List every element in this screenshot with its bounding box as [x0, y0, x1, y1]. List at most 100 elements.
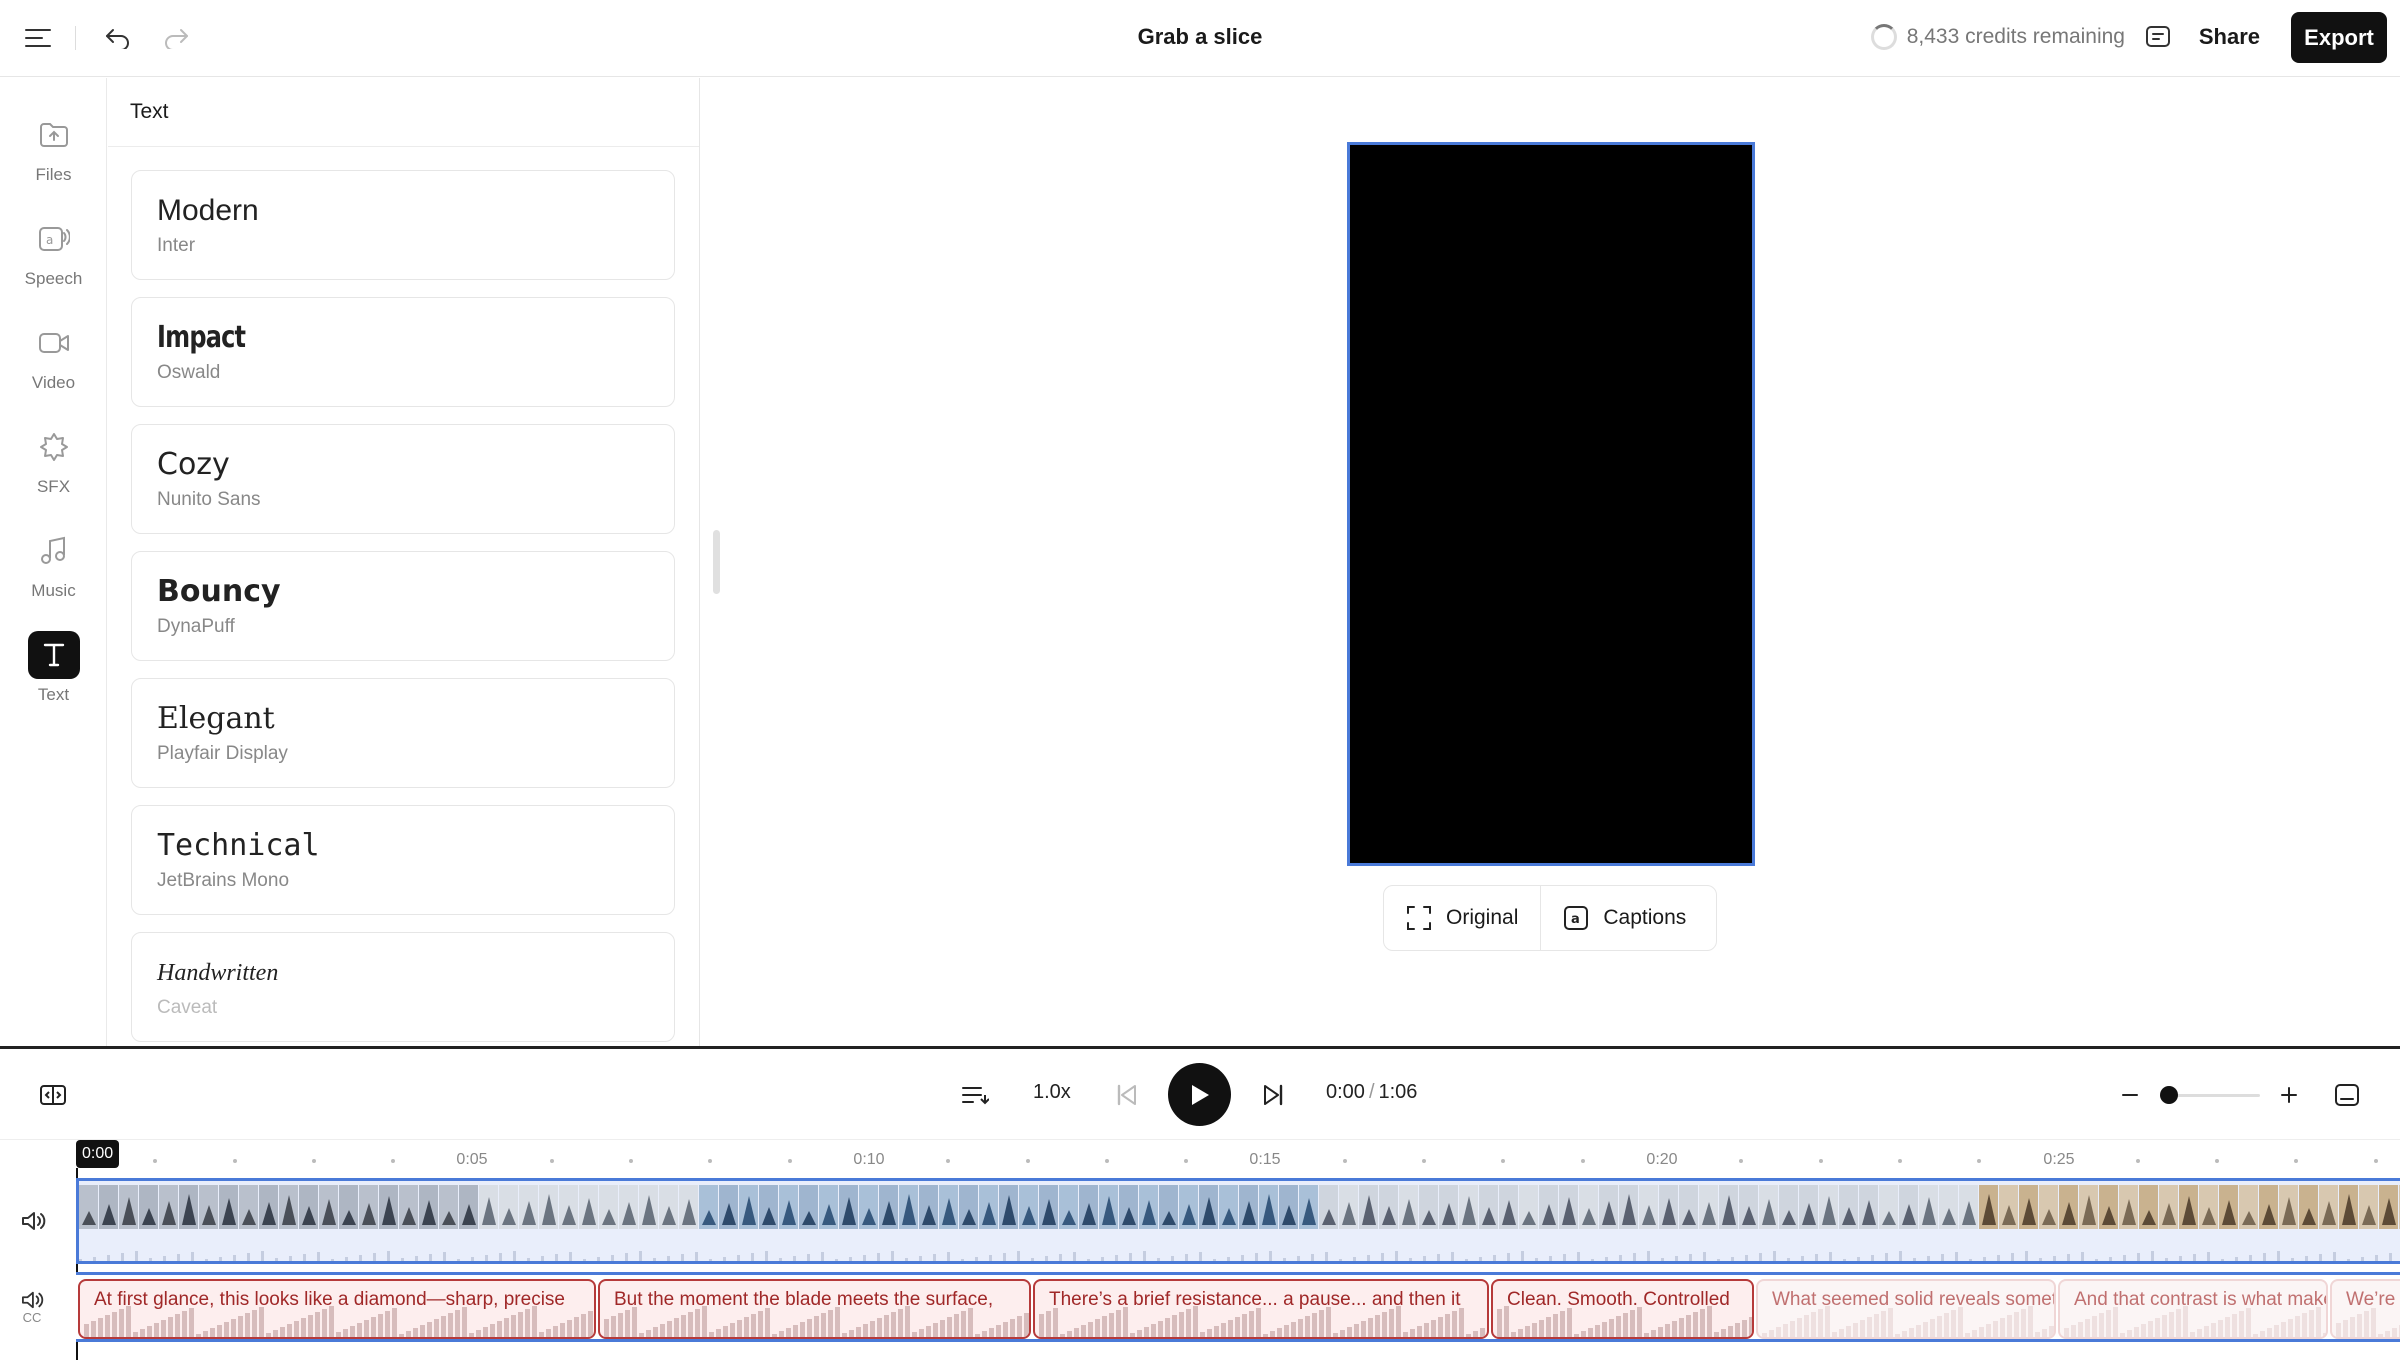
waveform-bar	[1354, 1324, 1359, 1337]
video-track[interactable]	[76, 1178, 2400, 1264]
caption-panel-icon[interactable]	[2327, 1075, 2367, 1115]
font-card-handwritten[interactable]: Handwritten Caveat	[131, 932, 675, 1042]
rail-item-speech[interactable]: a Speech	[0, 207, 107, 307]
rail-label-speech: Speech	[24, 269, 83, 288]
waveform-bar	[1451, 1252, 1454, 1261]
waveform-bar	[709, 1259, 712, 1261]
caption-clip[interactable]: And that contrast is what makes	[2058, 1279, 2328, 1339]
waveform-bar	[149, 1258, 152, 1261]
waveform-bar	[112, 1312, 117, 1337]
waveform-bar	[1171, 1256, 1174, 1261]
rail-item-video[interactable]: Video	[0, 311, 107, 411]
font-card-bouncy[interactable]: Bouncy DynaPuff	[131, 551, 675, 661]
waveform-bar	[1742, 1320, 1747, 1337]
time-separator: /	[1368, 1081, 1375, 1103]
waveform-bar	[1693, 1312, 1698, 1337]
waveform-bar	[681, 1254, 684, 1261]
zoom-in-icon[interactable]	[2269, 1075, 2309, 1115]
waveform-bar	[653, 1327, 658, 1337]
waveform-bar	[674, 1318, 679, 1337]
skip-back-icon[interactable]	[1107, 1075, 1147, 1115]
font-card-impact[interactable]: Impact Oswald	[131, 297, 675, 407]
video-preview[interactable]	[1347, 142, 1755, 866]
ruler-tick	[1818, 1159, 1823, 1163]
caption-track-audio-icon[interactable]: CC	[20, 1290, 44, 1325]
audio-track-icon[interactable]	[20, 1210, 46, 1232]
font-card-technical[interactable]: Technical JetBrains Mono	[131, 805, 675, 915]
waveform-bar	[1179, 1312, 1184, 1337]
split-view-icon[interactable]	[33, 1075, 73, 1115]
caption-clip[interactable]: There’s a brief resistance... a pause...…	[1033, 1279, 1489, 1339]
playback-speed[interactable]: 1.0x	[1033, 1081, 1071, 1104]
original-button[interactable]: Original	[1384, 886, 1540, 950]
comment-icon[interactable]	[2140, 20, 2176, 56]
waveform-bar	[1913, 1258, 1916, 1261]
waveform-bar	[1923, 1322, 1928, 1337]
waveform-bar	[2305, 1256, 2308, 1261]
tick-label: 0:15	[1249, 1151, 1281, 1168]
timeline-ruler[interactable]: 0:05 0:10 0:15 0:20 0:25	[76, 1141, 2400, 1181]
font-card-modern[interactable]: Modern Inter	[131, 170, 675, 280]
waveform-bar	[835, 1307, 840, 1337]
rail-item-sfx[interactable]: SFX	[0, 415, 107, 515]
waveform-bar	[653, 1258, 656, 1261]
rail-item-text[interactable]: Text	[0, 623, 107, 723]
caption-clip[interactable]: At first glance, this looks like a diamo…	[78, 1279, 596, 1339]
waveform-bar	[842, 1333, 847, 1337]
waveform-bar	[1790, 1321, 1795, 1337]
waveform-bar	[772, 1334, 777, 1337]
zoom-slider-knob[interactable]	[2160, 1086, 2178, 1104]
tick-label: 0:10	[853, 1151, 885, 1168]
waveform-bar	[737, 1320, 742, 1337]
waveform-bar	[807, 1254, 810, 1261]
waveform-bar	[1297, 1256, 1300, 1261]
waveform-bar	[133, 1332, 138, 1337]
original-label: Original	[1446, 906, 1519, 929]
waveform-bar	[1115, 1255, 1118, 1261]
playlist-icon[interactable]	[955, 1075, 995, 1115]
waveform-bar	[1846, 1326, 1851, 1337]
waveform-bar	[518, 1312, 523, 1337]
caption-clip[interactable]: We’re	[2330, 1279, 2400, 1339]
waveform-bar	[2218, 1320, 2223, 1337]
waveform-bar	[1017, 1251, 1020, 1261]
waveform-bar	[140, 1329, 145, 1337]
waveform-bar	[79, 1259, 82, 1261]
caption-clip[interactable]: What seemed solid reveals something	[1756, 1279, 2056, 1339]
caption-clip[interactable]: Clean. Smooth. Controlled	[1491, 1279, 1754, 1339]
waveform-bar	[1909, 1328, 1914, 1337]
redo-icon[interactable]	[158, 20, 194, 56]
waveform-bar	[2081, 1252, 2084, 1261]
waveform-bar	[1916, 1325, 1921, 1337]
captions-button[interactable]: a Captions	[1540, 886, 1708, 950]
rail-item-files[interactable]: Files	[0, 103, 107, 203]
caption-clip[interactable]: But the moment the blade meets the surfa…	[598, 1279, 1031, 1339]
waveform-bar	[527, 1258, 530, 1261]
export-button[interactable]: Export	[2291, 12, 2387, 63]
rail-item-music[interactable]: Music	[0, 519, 107, 619]
waveform-bar	[231, 1319, 236, 1337]
font-card-cozy[interactable]: Cozy Nunito Sans	[131, 424, 675, 534]
waveform-bar	[322, 1309, 327, 1337]
waveform-bar	[1665, 1324, 1670, 1337]
zoom-out-icon[interactable]	[2110, 1075, 2150, 1115]
waveform-bar	[1283, 1258, 1286, 1261]
share-button[interactable]: Share	[2199, 24, 2260, 50]
play-button[interactable]	[1168, 1063, 1231, 1126]
waveform-bar	[1242, 1314, 1247, 1337]
undo-icon[interactable]	[100, 20, 136, 56]
playhead-time[interactable]: 0:00	[76, 1140, 120, 1168]
waveform-bar	[2361, 1257, 2364, 1261]
panel-resize-handle[interactable]	[713, 530, 720, 594]
skip-forward-icon[interactable]	[1253, 1075, 1293, 1115]
waveform-bar	[891, 1312, 896, 1337]
ruler-tick	[708, 1159, 713, 1163]
waveform-bar	[490, 1324, 495, 1337]
waveform-bar	[567, 1320, 572, 1337]
caption-track[interactable]: At first glance, this looks like a diamo…	[76, 1272, 2400, 1342]
top-bar: Grab a slice 8,433 credits remaining Sha…	[0, 0, 2400, 77]
font-card-elegant[interactable]: Elegant Playfair Display	[131, 678, 675, 788]
waveform-bar	[513, 1251, 516, 1261]
waveform-bar	[2350, 1317, 2355, 1337]
menu-icon[interactable]	[20, 20, 56, 56]
